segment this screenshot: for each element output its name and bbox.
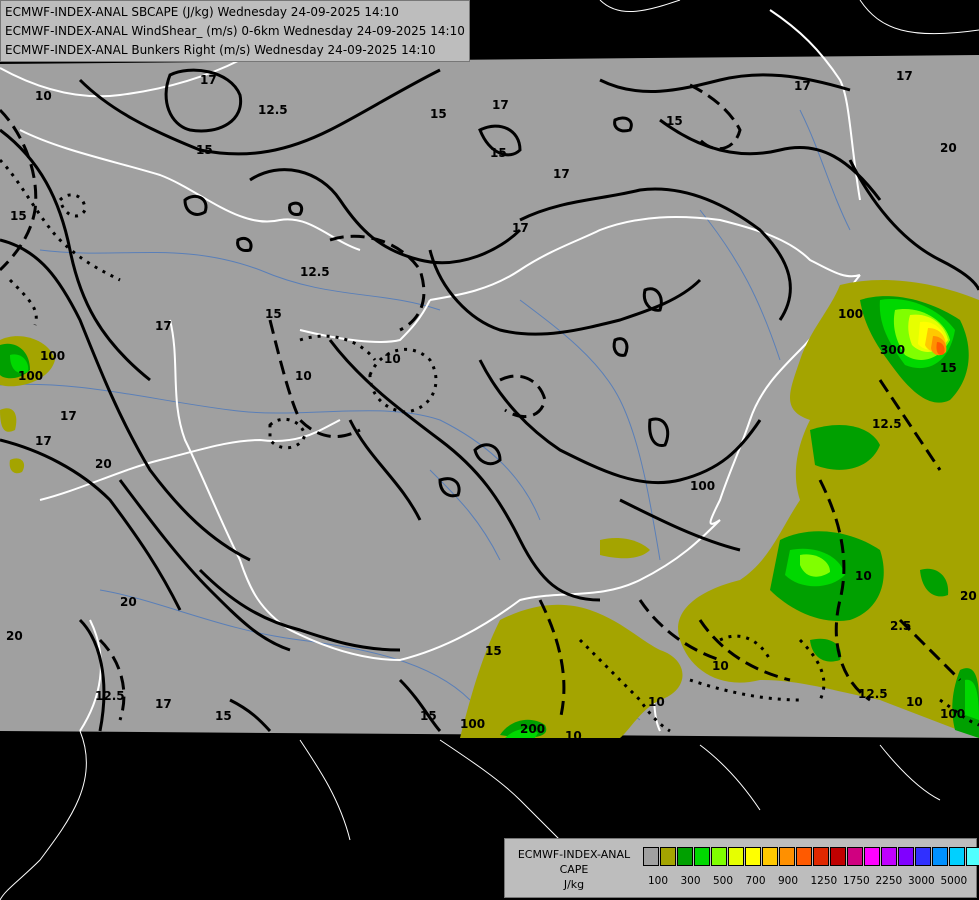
legend-swatch [779,847,795,866]
windshear-label: 15 [490,146,507,160]
legend-tick-labels: 100 300 500 700 900 1250 1750 2250 3000 5000 [642,875,972,891]
legend-swatch [762,847,778,866]
windshear-label: 17 [492,98,509,112]
cape-label: 100 [18,369,43,383]
legend-color-scale [643,847,979,866]
legend-tick-label: 300 [680,875,701,887]
windshear-label: 17 [896,69,913,83]
windshear-label: 12.5 [300,265,330,279]
legend-swatch [830,847,846,866]
windshear-label: 15 [196,143,213,157]
legend-tick-label: 900 [778,875,799,887]
windshear-label: 20 [940,141,957,155]
legend-tick-label: 1750 [843,875,870,887]
cape-label: 300 [880,343,905,357]
windshear-label: 17 [60,409,77,423]
title-bunkers: ECMWF-INDEX-ANAL Bunkers Right (m/s) Wed… [5,43,436,57]
bunkers-label: 10 [906,695,923,709]
cape-legend: ECMWF-INDEX-ANAL CAPE J/kg 100 300 500 700 9… [504,838,979,898]
legend-unit: J/kg [563,878,585,891]
windshear-label: 15 [10,209,27,223]
windshear-label: 17 [512,221,529,235]
windshear-label: 17 [155,697,172,711]
windshear-label: 15 [265,307,282,321]
legend-swatch [949,847,965,866]
windshear-label: 2.5 [890,619,911,633]
legend-variable: CAPE [559,863,589,876]
legend-swatch [711,847,727,866]
title-sbcape: ECMWF-INDEX-ANAL SBCAPE (J/kg) Wednesday… [5,5,399,19]
cape-label: 100 [40,349,65,363]
windshear-label: 20 [95,457,112,471]
windshear-label: 12.5 [95,689,125,703]
windshear-label: 15 [666,114,683,128]
windshear-label: 12.5 [858,687,888,701]
legend-swatch [796,847,812,866]
cape-label: 100 [690,479,715,493]
bunkers-label: 10 [295,369,312,383]
windshear-label: 15 [430,107,447,121]
legend-tick-label: 700 [745,875,766,887]
legend-swatch [898,847,914,866]
bunkers-label: 10 [565,729,582,743]
legend-tick-label: 500 [713,875,734,887]
map-title-block: ECMWF-INDEX-ANAL SBCAPE (J/kg) Wednesday… [0,0,470,62]
windshear-label: 20 [120,595,137,609]
windshear-label: 17 [553,167,570,181]
title-windshear: ECMWF-INDEX-ANAL WindShear_ (m/s) 0-6km … [5,24,465,38]
legend-swatch [864,847,880,866]
windshear-label: 17 [794,79,811,93]
windshear-label: 20 [6,629,23,643]
weather-map: 17 12.5 15 15 17 17 15 17 17 20 12.5 15 … [0,0,979,900]
bunkers-label: 10 [648,695,665,709]
legend-swatch [915,847,931,866]
legend-name: ECMWF-INDEX-ANAL CAPE J/kg [509,847,639,892]
legend-swatch [728,847,744,866]
cape-label: 100 [940,707,965,721]
windshear-label: 15 [940,361,957,375]
windshear-label: 17 [200,73,217,87]
windshear-label: 15 [420,709,437,723]
windshear-label: 20 [960,589,977,603]
bunkers-label: 10 [712,659,729,673]
legend-swatch [677,847,693,866]
legend-swatch [694,847,710,866]
cape-label: 100 [838,307,863,321]
bunkers-label: 10 [855,569,872,583]
legend-swatch [966,847,979,866]
legend-tick-label: 1250 [810,875,838,887]
legend-tick-label: 100 [648,875,669,887]
windshear-label: 17 [35,434,52,448]
windshear-label: 15 [215,709,232,723]
legend-tick-label: 5000 [940,875,968,887]
bunkers-label: 10 [384,352,401,366]
legend-swatch [932,847,948,866]
legend-swatch [813,847,829,866]
legend-tick-label: 2250 [875,875,903,887]
legend-swatch [643,847,659,866]
legend-swatch [660,847,676,866]
windshear-label: 17 [155,319,172,333]
map-canvas: 17 12.5 15 15 17 17 15 17 17 20 12.5 15 … [0,0,979,900]
windshear-label: 12.5 [872,417,902,431]
legend-swatch [881,847,897,866]
cape-label: 200 [520,722,545,736]
legend-tick-label: 3000 [908,875,935,887]
windshear-label: 12.5 [258,103,288,117]
legend-swatch [745,847,761,866]
legend-swatch [847,847,863,866]
legend-model: ECMWF-INDEX-ANAL [517,848,631,861]
bunkers-label: 10 [35,89,52,103]
cape-label: 100 [460,717,485,731]
windshear-label: 15 [485,644,502,658]
